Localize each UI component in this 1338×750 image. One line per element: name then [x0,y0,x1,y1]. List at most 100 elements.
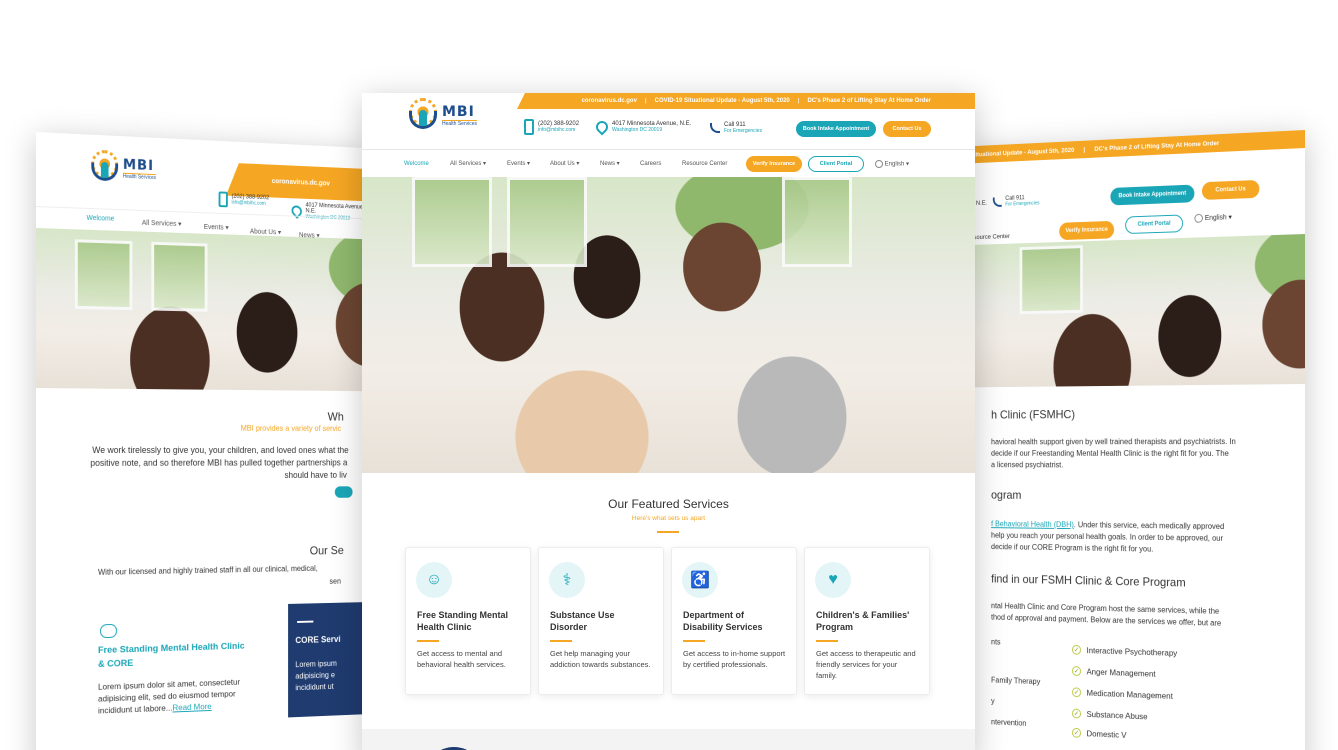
right-contact-button[interactable]: Contact Us [1201,179,1260,200]
left-phone[interactable]: (202) 388-9202 info@mbihc.com [218,191,269,208]
card-title: Substance Use Disorder [550,610,615,632]
nav-welcome[interactable]: Welcome [86,215,114,223]
service-card[interactable]: ☺ Free Standing Mental Health Clinic Get… [405,547,531,695]
center-page-preview: coronavirus.dc.gov | COVID-19 Situationa… [362,93,975,750]
core-title: CORE Servi [295,634,341,646]
left-clinic-title-2[interactable]: & CORE [98,657,133,671]
language-selector[interactable]: English ▾ [875,159,909,168]
site-logo[interactable]: MBI Health Services [406,98,478,131]
family-icon: ♥ [815,562,851,598]
contact-us-button[interactable]: Contact Us [883,121,931,137]
card-description: Get access to therapeutic and friendly s… [816,649,916,680]
right-strip-phase[interactable]: DC's Phase 2 of Lifting Stay At Home Ord… [1094,140,1219,153]
logo-icon [88,152,121,183]
left-more-button[interactable] [334,486,353,498]
logo-subtitle: Health Services [122,172,157,182]
right-list-left-4: ntervention [991,717,1027,728]
hero-image-family [362,177,975,473]
service-item: ✓ Anger Management [1071,666,1156,679]
right-portal-button[interactable]: Client Portal [1125,214,1184,235]
nav-welcome[interactable]: Welcome [404,161,429,167]
left-para-1: We work tirelessly to give you, your chi… [92,445,349,455]
logo-title: MBI [122,156,154,175]
right-p2c: decide if our CORE Program is the right … [991,542,1154,554]
right-p1b: decide if our Freestanding Mental Health… [991,449,1229,458]
left-para-2: positive note, and so therefore MBI has … [90,457,348,468]
nav-resource-center[interactable]: Resource Center [682,161,727,167]
logo-title: MBI [442,104,475,120]
service-item: ✓ Substance Abuse [1071,708,1148,722]
right-find-heading: find in our FSMH Clinic & Core Program [991,571,1186,590]
featured-services-subtitle: Here's what sets us apart [631,515,706,522]
right-p1a: havioral health support given by well tr… [991,437,1236,447]
left-strip-link[interactable]: coronavirus.dc.gov [272,178,330,187]
globe-icon [875,159,883,168]
service-card[interactable]: ♿ Department of Disability Services Get … [671,547,797,695]
phone-call-icon [710,123,720,133]
phone-icon [524,119,534,135]
check-icon: ✓ [1071,687,1082,698]
nav-careers[interactable]: Careers [640,161,661,167]
service-card[interactable]: ♥ Children's & Families' Program Get acc… [804,547,930,695]
service-item: ✓ Medication Management [1071,687,1173,701]
phone-contact[interactable]: (202) 388-9202 info@mbihc.com [524,119,579,135]
heartbeat-icon [297,612,314,623]
left-heading: Wh [327,409,344,424]
address-contact[interactable]: 4017 Minnesota Avenue, N.E. Washington DC… [593,118,691,136]
client-portal-button[interactable]: Client Portal [808,156,864,172]
card-description: Get access to in-home support by certifi… [683,649,786,669]
right-book-button[interactable]: Book Intake Appointment [1110,184,1195,206]
logo-icon [406,98,440,131]
left-services-heading: Our Se [309,543,344,558]
card-divider [417,640,439,642]
right-list-left-3: y [991,696,995,706]
left-para-3: should have to liv [284,470,347,480]
left-page-preview: coronavirus.dc.gov MBI Health Services (… [36,132,371,750]
right-p1c: a licensed psychiatrist. [991,460,1064,470]
right-strip-update[interactable]: Situational Update - August 5th, 2020 [972,147,1075,159]
service-card[interactable]: ⚕ Substance Use Disorder Get help managi… [538,547,664,695]
right-page-preview: Situational Update - August 5th, 2020 | … [966,130,1305,750]
dbh-link[interactable]: f Behavioral Health (DBH) [991,520,1074,530]
right-hero-image [966,234,1305,388]
right-clinic-heading: h Clinic (FSMHC) [991,407,1075,422]
nav-about-us[interactable]: About Us ▾ [550,160,579,167]
left-clinic-title[interactable]: Free Standing Mental Health Clinic [98,640,245,657]
card-divider [683,640,705,642]
location-pin-icon [593,118,611,136]
service-item: ✓ Domestic V [1071,727,1127,740]
book-intake-button[interactable]: Book Intake Appointment [796,121,876,137]
coronavirus-link[interactable]: coronavirus.dc.gov [582,98,637,104]
card-title: Department of Disability Services [683,610,763,632]
left-core-card[interactable]: CORE Servi Lorem ipsum adipisicing e inc… [288,601,371,718]
core-text-3: incididunt ut [295,682,334,693]
left-intro: MBI provides a variety of servic [240,423,342,433]
featured-services-title: Our Featured Services [608,497,729,511]
nav-all-services[interactable]: All Services ▾ [450,160,486,167]
card-description: Get help managing your addiction towards… [550,649,651,669]
covid-update-link[interactable]: COVID-19 Situational Update - August 5th… [655,98,790,104]
left-services-tail: sen [329,576,341,586]
check-icon: ✓ [1071,666,1082,677]
right-verify-button[interactable]: Verify Insurance [1059,220,1115,241]
right-list-left-2: Family Therapy [991,675,1041,687]
medicine-bottle-icon: ⚕ [549,562,585,598]
right-list-left-1: nts [991,637,1001,647]
verify-insurance-button[interactable]: Verify Insurance [746,156,802,172]
right-language[interactable]: English ▾ [1194,213,1232,224]
nav-events[interactable]: Events ▾ [507,160,530,167]
left-services-text: With our licensed and highly trained sta… [98,563,318,577]
phase2-link[interactable]: DC's Phase 2 of Lifting Stay At Home Ord… [807,98,931,104]
emergency-contact[interactable]: Call 911 For Emergencies [710,122,762,134]
wheelchair-icon: ♿ [682,562,718,598]
left-hero-image [36,228,371,392]
card-title: Free Standing Mental Health Clinic [417,610,509,632]
nav-news[interactable]: News ▾ [600,160,620,167]
nav-services[interactable]: All Services ▾ [142,219,182,228]
nav-events[interactable]: Events ▾ [204,223,229,232]
read-more-link[interactable]: Read More [172,701,211,712]
right-program-heading: ogram [991,488,1022,502]
mental-health-icon: ☺ [416,562,452,598]
core-text-2: adipisicing e [295,670,335,681]
left-logo[interactable]: MBI Health Services [88,152,157,185]
